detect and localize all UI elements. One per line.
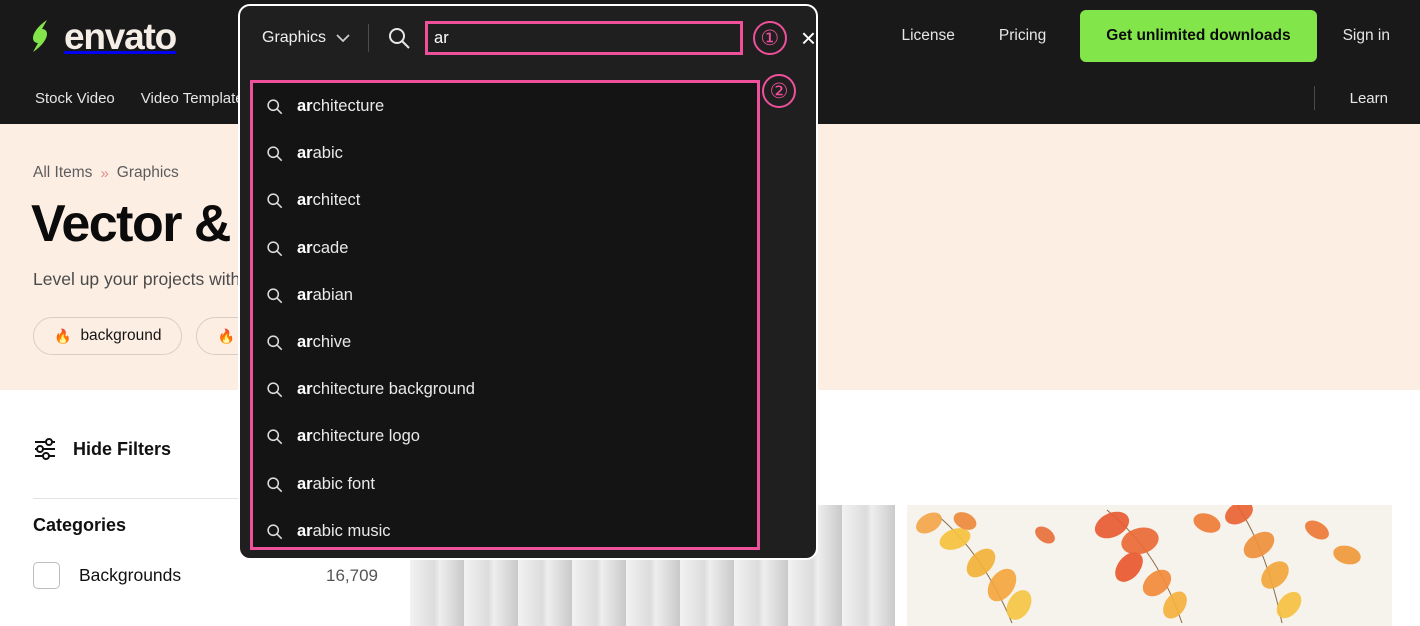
suggestion-label: archive — [297, 333, 352, 352]
search-icon — [389, 28, 410, 49]
suggestion-item[interactable]: architect — [253, 177, 757, 224]
categories-heading: Categories — [33, 515, 127, 535]
result-thumbnail-watercolor-autumn-leaves[interactable] — [907, 505, 1392, 626]
breadcrumb: All Items » Graphics — [33, 164, 179, 182]
breadcrumb-all-items[interactable]: All Items — [33, 164, 92, 182]
envato-leaf-icon — [33, 20, 47, 52]
filter-row-backgrounds[interactable]: Backgrounds 16,709 — [33, 562, 378, 589]
top-header-right: License Pricing Get unlimited downloads … — [879, 0, 1420, 72]
suggestion-label: architecture — [297, 97, 385, 116]
search-overlay-panel: Graphics ar ① × architecture arabic arch… — [238, 4, 818, 560]
suggestion-label: architecture background — [297, 380, 475, 399]
search-icon — [267, 429, 283, 445]
nav-link-pricing[interactable]: Pricing — [977, 27, 1068, 45]
suggestion-item[interactable]: architecture background — [253, 366, 757, 413]
nav-item-stock-video[interactable]: Stock Video — [22, 90, 128, 107]
breadcrumb-current: Graphics — [116, 164, 179, 181]
suggestion-item[interactable]: architecture logo — [253, 413, 757, 460]
nav-link-license[interactable]: License — [879, 27, 976, 45]
main-nav-right: Learn — [1292, 72, 1420, 124]
suggestion-item[interactable]: arabic font — [253, 461, 757, 508]
suggestion-label: architect — [297, 191, 361, 210]
filter-count: 16,709 — [326, 565, 378, 585]
search-icon — [267, 288, 283, 304]
suggestion-label: arcade — [297, 238, 349, 257]
search-suggestions-list: architecture arabic architect arcade ara… — [250, 80, 760, 550]
search-icon — [267, 524, 283, 540]
envato-logo[interactable]: envato — [30, 15, 177, 57]
envato-wordmark: envato — [64, 15, 177, 57]
search-bar-row: Graphics ar ① × — [240, 6, 816, 70]
search-icon — [267, 382, 283, 398]
suggestion-item[interactable]: arabic — [253, 130, 757, 177]
suggestion-item[interactable]: arcade — [253, 225, 757, 272]
annotation-badge-1: ① — [752, 21, 787, 55]
breadcrumb-separator: » — [100, 164, 109, 182]
sign-in-link[interactable]: Sign in — [1325, 27, 1420, 45]
search-input[interactable]: ar — [425, 21, 743, 55]
search-category-label: Graphics — [262, 29, 327, 46]
chevron-down-icon — [336, 33, 350, 42]
suggestion-item[interactable]: arabian — [253, 272, 757, 319]
flame-icon: 🔥 — [217, 328, 235, 344]
search-divider — [368, 24, 370, 52]
hide-filters-button[interactable]: Hide Filters — [33, 438, 171, 460]
filter-label: Backgrounds — [79, 565, 182, 585]
nav-vertical-divider — [1313, 86, 1315, 110]
search-icon — [267, 146, 283, 162]
filter-sliders-icon — [35, 438, 55, 460]
hide-filters-label: Hide Filters — [73, 438, 172, 459]
nav-item-learn[interactable]: Learn — [1337, 90, 1420, 107]
tag-chip-background[interactable]: 🔥 background — [33, 317, 183, 355]
search-input-value: ar — [434, 28, 449, 47]
checkbox-backgrounds[interactable] — [33, 562, 60, 589]
suggestion-item[interactable]: arabic music — [253, 508, 757, 547]
search-icon — [267, 99, 283, 115]
get-unlimited-downloads-button[interactable]: Get unlimited downloads — [1080, 10, 1317, 62]
search-icon — [267, 241, 283, 256]
tag-chip-label: background — [80, 327, 162, 344]
watercolor-autumn-leaves-image — [907, 505, 1392, 626]
page-root: envato License Pricing Get unlimited dow… — [0, 0, 1420, 626]
suggestion-label: arabic music — [297, 521, 391, 540]
search-icon — [267, 193, 283, 209]
flame-icon: 🔥 — [54, 328, 72, 344]
suggestion-label: architecture logo — [297, 427, 420, 446]
search-icon — [267, 476, 283, 492]
suggestion-label: arabian — [297, 285, 353, 304]
search-category-dropdown[interactable]: Graphics — [262, 29, 350, 47]
search-icon — [267, 335, 283, 351]
close-icon[interactable]: × — [801, 25, 816, 51]
suggestion-label: arabic — [297, 144, 343, 163]
annotation-badge-2: ② — [762, 74, 796, 108]
suggestion-label: arabic font — [297, 474, 375, 493]
suggestion-item[interactable]: architecture — [253, 83, 757, 130]
suggestion-item[interactable]: archive — [253, 319, 757, 366]
